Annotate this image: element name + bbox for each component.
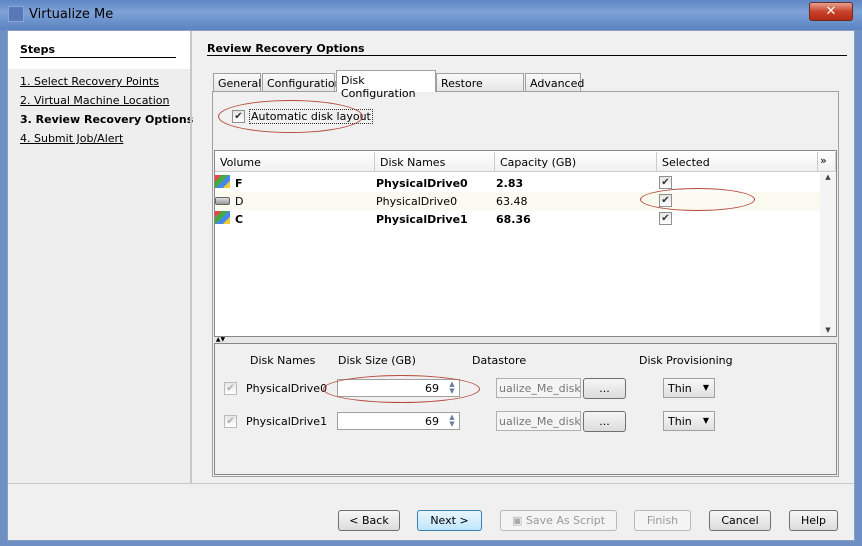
disk-name: PhysicalDrive1 (246, 415, 328, 428)
window-title: Virtualize Me (29, 7, 114, 22)
disk-cell: PhysicalDrive0 (376, 195, 458, 208)
annotation-ellipse (640, 188, 755, 211)
tab-configuration[interactable]: Configuration (262, 73, 342, 92)
provisioning-select[interactable]: Thin ▼ (663, 378, 715, 398)
disk-size-input[interactable]: 69 (337, 412, 460, 430)
windows-drive-icon (215, 175, 230, 188)
disk-cell: PhysicalDrive1 (376, 213, 468, 226)
scroll-up-icon[interactable]: ▲ (820, 173, 836, 181)
step-2: 2. Virtual Machine Location (20, 94, 170, 107)
column-label-disk-size: Disk Size (GB) (338, 354, 416, 367)
chevron-down-icon: ▼ (702, 383, 709, 392)
volume-cell: D (235, 195, 244, 208)
step-3-current: 3. Review Recovery Options (20, 113, 194, 126)
column-label-datastore: Datastore (472, 354, 527, 367)
capacity-cell: 2.83 (496, 177, 524, 190)
title-bar (0, 0, 862, 30)
close-button[interactable]: ✕ (809, 2, 853, 21)
back-button[interactable]: < Back (338, 510, 400, 531)
column-header-selected[interactable]: Selected (657, 152, 818, 172)
tab-advanced[interactable]: Advanced (525, 73, 584, 92)
tab-disk-configuration[interactable]: Disk Configuration (336, 70, 436, 100)
step-link[interactable]: 4. Submit Job/Alert (20, 132, 123, 145)
column-chooser-icon[interactable]: » (818, 152, 836, 172)
windows-drive-icon (215, 211, 230, 224)
provisioning-select[interactable]: Thin ▼ (663, 411, 715, 431)
step-4: 4. Submit Job/Alert (20, 132, 123, 145)
divider (8, 483, 854, 484)
capacity-cell: 63.48 (496, 195, 528, 208)
step-link[interactable]: 2. Virtual Machine Location (20, 94, 170, 107)
next-button[interactable]: Next > (417, 510, 482, 531)
datastore-field[interactable]: ualize_Me_disk1 (496, 411, 581, 431)
selected-checkbox[interactable]: ✔ (659, 212, 672, 225)
column-header-volume[interactable]: Volume (215, 152, 375, 172)
browse-datastore-button[interactable]: ... (583, 411, 626, 432)
finish-button: Finish (634, 510, 691, 531)
disk-checkbox: ✔ (224, 382, 237, 395)
column-label-provisioning: Disk Provisioning (639, 354, 733, 367)
spinner-icon[interactable]: ▲ ▼ (446, 414, 458, 428)
disk-cell: PhysicalDrive0 (376, 177, 468, 190)
hard-drive-icon (215, 197, 230, 205)
disk-checkbox: ✔ (224, 415, 237, 428)
help-button[interactable]: Help (789, 510, 838, 531)
provisioning-value: Thin (668, 382, 692, 395)
annotation-ellipse (218, 100, 363, 133)
script-icon: ▣ (511, 514, 526, 527)
app-icon (8, 6, 24, 22)
steps-heading: Steps (20, 43, 56, 56)
annotation-ellipse (323, 375, 480, 403)
selected-checkbox[interactable]: ✔ (659, 176, 672, 189)
capacity-cell: 68.36 (496, 213, 531, 226)
page-title: Review Recovery Options (207, 42, 365, 55)
divider (20, 57, 176, 58)
cancel-button[interactable]: Cancel (709, 510, 771, 531)
step-link[interactable]: 1. Select Recovery Points (20, 75, 159, 88)
save-as-script-label: Save As Script (525, 514, 606, 527)
panel-divider[interactable] (190, 31, 192, 483)
divider (207, 55, 847, 56)
browse-datastore-button[interactable]: ... (583, 378, 626, 399)
column-label-disk-names: Disk Names (250, 354, 316, 367)
volume-cell: F (235, 177, 243, 190)
disk-name: PhysicalDrive0 (246, 382, 328, 395)
column-header-capacity[interactable]: Capacity (GB) (495, 152, 657, 172)
volume-cell: C (235, 213, 244, 226)
datastore-field[interactable]: ualize_Me_disk1 (496, 378, 581, 398)
vertical-scrollbar[interactable]: ▲ ▼ (820, 173, 836, 336)
scroll-down-icon[interactable]: ▼ (820, 326, 836, 334)
provisioning-value: Thin (668, 415, 692, 428)
tab-general[interactable]: General (213, 73, 261, 92)
step-1: 1. Select Recovery Points (20, 75, 159, 88)
column-header-disk-names[interactable]: Disk Names (375, 152, 495, 172)
save-as-script-button: ▣ Save As Script (500, 510, 617, 531)
chevron-down-icon: ▼ (702, 416, 709, 425)
tab-restore-options[interactable]: Restore Options (436, 73, 524, 103)
